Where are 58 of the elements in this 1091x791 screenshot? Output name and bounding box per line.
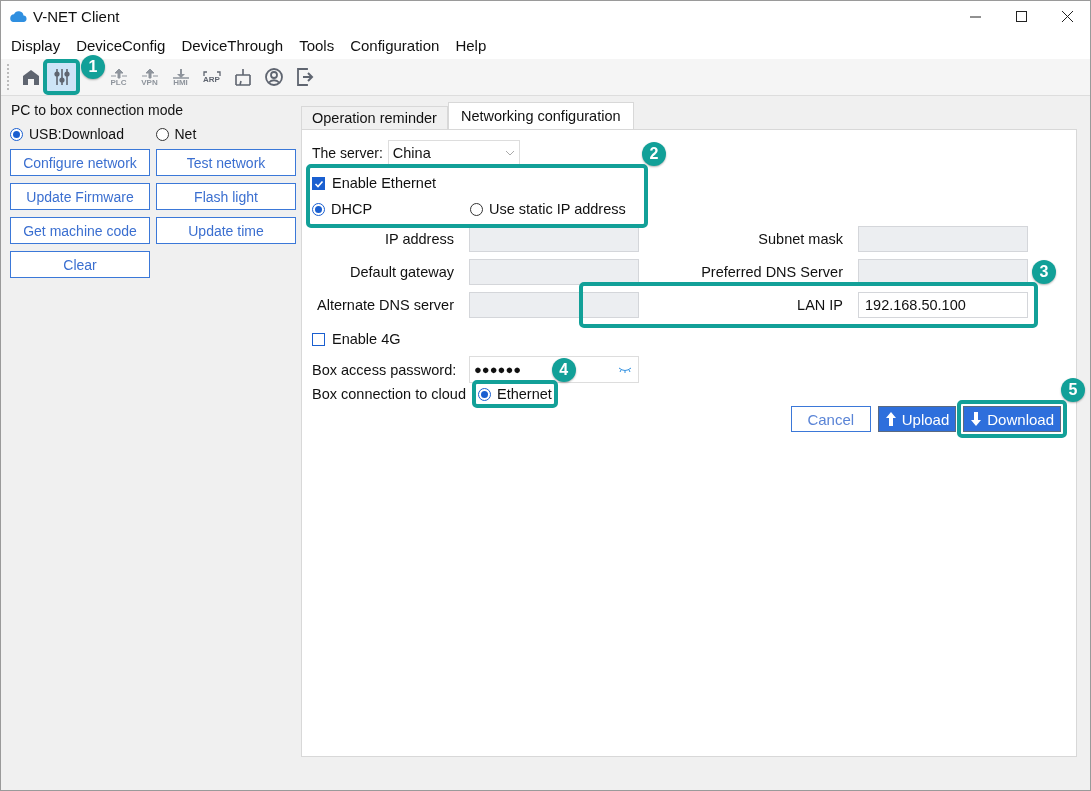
upload-arrow-icon	[108, 67, 129, 79]
menu-item[interactable]: DeviceConfig	[68, 37, 174, 54]
minimize-icon	[969, 15, 981, 18]
action-button[interactable]: Configure network	[10, 149, 150, 176]
callout-frame	[43, 59, 80, 95]
field-label: Box access password:	[312, 361, 458, 378]
field-label: Alternate DNS server	[316, 297, 454, 313]
close-icon	[1061, 11, 1073, 22]
radio-button[interactable]: Ethernet	[477, 386, 552, 402]
toolbar-button[interactable]: ARP	[196, 62, 227, 92]
tab[interactable]: Operation reminder	[301, 106, 448, 129]
chevron-icon	[504, 150, 515, 156]
action-button[interactable]: Flash light	[156, 183, 296, 210]
action-button[interactable]: Clear	[10, 251, 150, 278]
sliders-icon	[51, 67, 72, 87]
radio-button[interactable]: Net	[155, 126, 301, 142]
upload-arrow-icon	[139, 67, 160, 79]
menu-item[interactable]: Tools	[291, 37, 343, 54]
download-button[interactable]: Download	[963, 406, 1061, 432]
window-title: V-NET Client	[33, 8, 121, 25]
action-button[interactable]: Update time	[156, 217, 296, 244]
check-icon	[313, 178, 324, 188]
eye-closed-icon	[618, 365, 632, 374]
maximize-icon	[1015, 11, 1027, 22]
radio-button[interactable]: Use static IP address	[470, 201, 626, 217]
cloud-icon	[9, 10, 27, 23]
radio-button[interactable]: DHCP	[312, 201, 470, 217]
action-button[interactable]: Test network	[156, 149, 296, 176]
field-label: Preferred DNS Server	[700, 264, 843, 280]
upload-button[interactable]: Upload	[877, 406, 957, 432]
tab[interactable]: Networking configuration	[447, 102, 634, 129]
down-arrow-icon	[970, 411, 983, 427]
menu-item[interactable]: Help	[447, 37, 495, 54]
logout-icon	[294, 67, 315, 87]
up-arrow-icon	[884, 411, 897, 427]
checkbox[interactable]: Enable Ethernet	[312, 175, 436, 191]
action-button[interactable]: Update Firmware	[10, 183, 150, 210]
download-arrow-icon	[170, 67, 191, 79]
menu-item[interactable]: Configuration	[342, 37, 448, 54]
section-title: PC to box connection mode	[11, 102, 183, 118]
field-label: Box connection to cloud	[312, 386, 466, 402]
input-field[interactable]: 192.168.50.100	[858, 292, 1028, 318]
field-label: Subnet mask	[757, 231, 843, 247]
checkbox[interactable]: Enable 4G	[312, 331, 401, 347]
radio-button[interactable]: USB:Download	[10, 126, 156, 142]
network-icon	[232, 67, 253, 87]
field-label: LAN IP	[796, 297, 843, 313]
house-icon	[20, 67, 41, 87]
arp-icon	[201, 70, 222, 76]
server-dropdown[interactable]: China	[387, 140, 520, 166]
field-label: IP address	[383, 231, 454, 247]
field-label: Default gateway	[349, 264, 454, 280]
menu-item[interactable]: Display	[3, 37, 69, 54]
cancel-button[interactable]: Cancel	[790, 406, 871, 432]
user-icon	[263, 67, 284, 87]
menu-item[interactable]: DeviceThrough	[173, 37, 292, 54]
field-label: The server:	[312, 145, 383, 161]
action-button[interactable]: Get machine code	[10, 217, 150, 244]
